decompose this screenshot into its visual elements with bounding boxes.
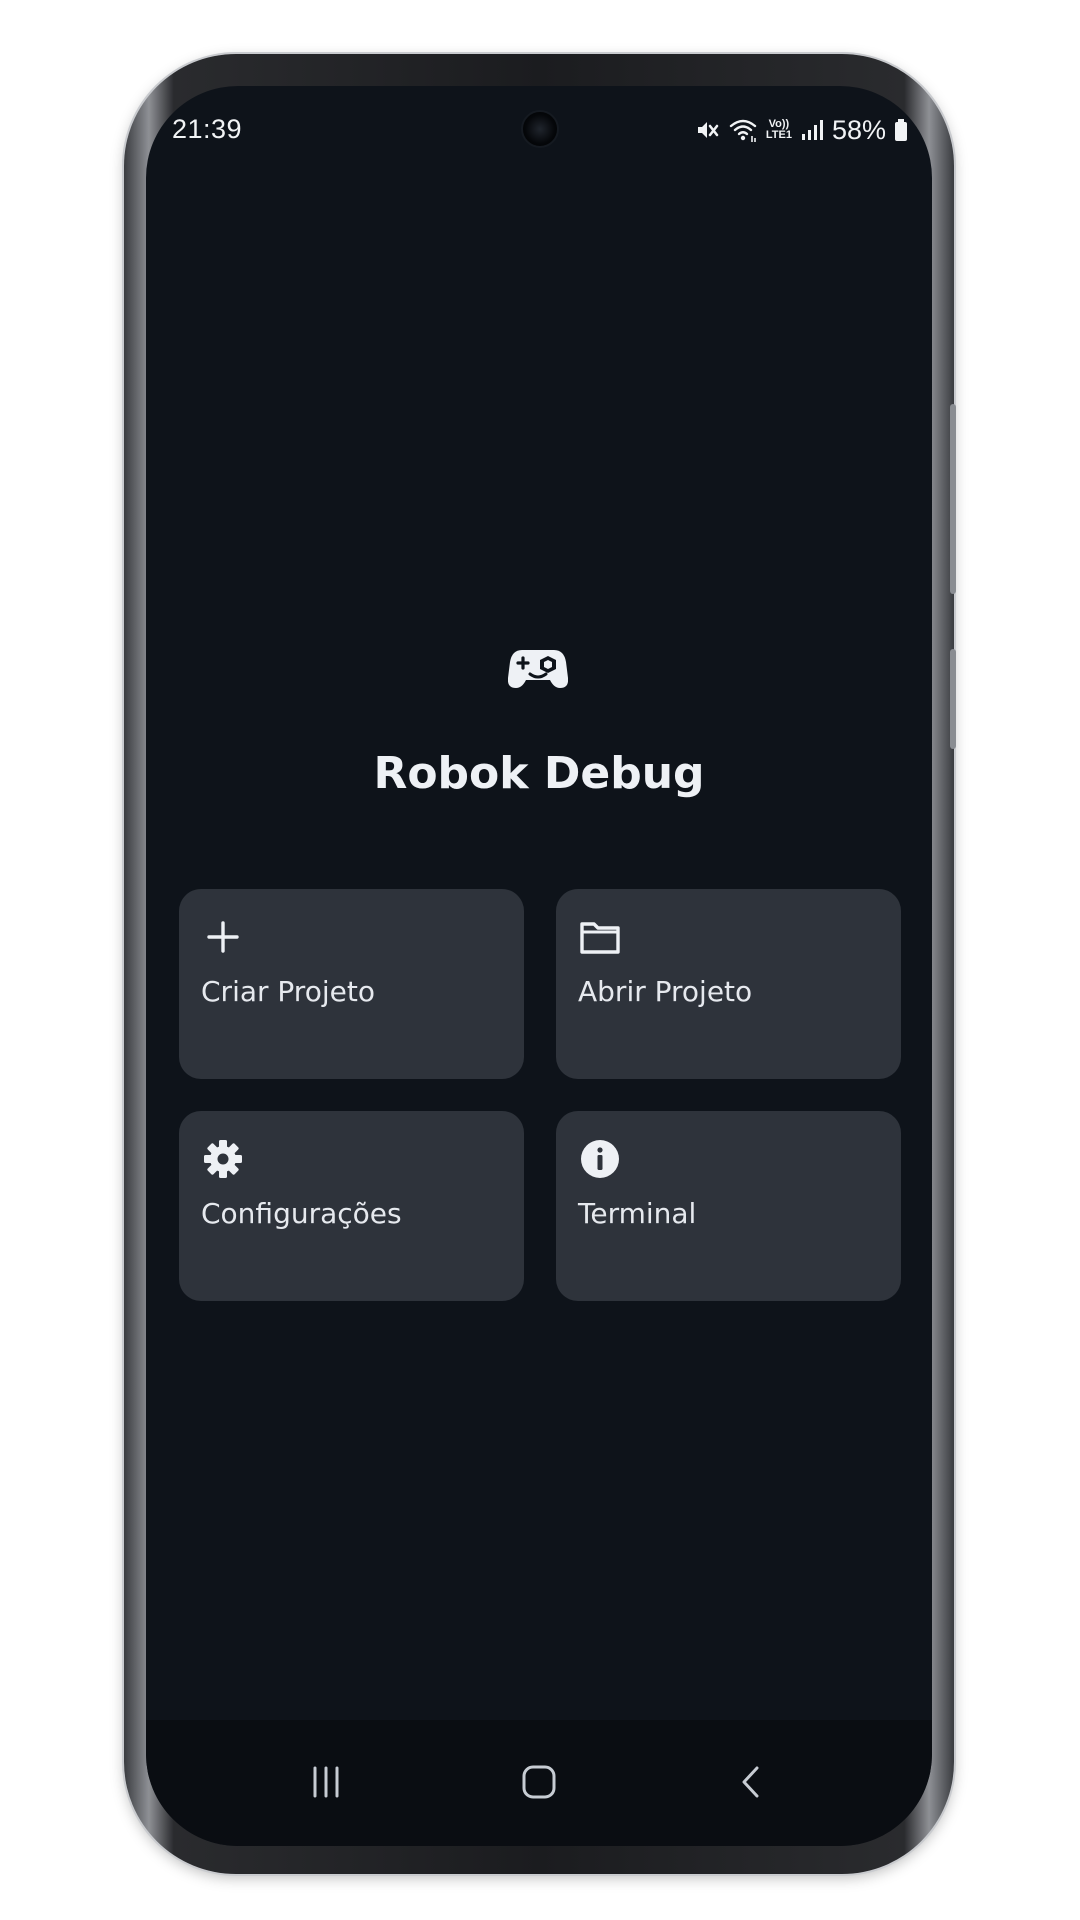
status-icons: Vo)) LTE1 58% xyxy=(694,110,908,150)
back-button[interactable] xyxy=(712,1754,792,1814)
info-icon xyxy=(578,1137,622,1181)
lte-label: LTE1 xyxy=(765,129,792,141)
gamepad-icon xyxy=(507,646,569,690)
create-project-label: Criar Projeto xyxy=(201,975,375,1008)
power-button xyxy=(950,649,956,749)
open-project-label: Abrir Projeto xyxy=(578,975,753,1008)
recents-icon xyxy=(306,1764,346,1804)
home-icon xyxy=(519,1764,559,1804)
battery-percent: 58% xyxy=(831,114,886,145)
mute-icon xyxy=(694,117,720,143)
front-camera xyxy=(521,110,559,148)
action-grid: Criar Projeto Abrir Projeto Configuraçõe… xyxy=(179,889,901,1301)
phone-frame: 21:39 Vo)) LTE1 58% Robok Debug Criar Pr… xyxy=(124,54,956,1874)
screen: 21:39 Vo)) LTE1 58% Robok Debug Criar Pr… xyxy=(146,86,932,1846)
battery-icon xyxy=(894,117,908,143)
navigation-bar xyxy=(146,1720,932,1846)
app-title: Robok Debug xyxy=(373,748,705,799)
status-bar: 21:39 Vo)) LTE1 58% xyxy=(146,86,932,182)
settings-button[interactable]: Configurações xyxy=(179,1111,524,1301)
volume-button xyxy=(950,404,956,594)
signal-icon xyxy=(800,118,824,142)
plus-icon xyxy=(201,915,245,959)
home-button[interactable] xyxy=(499,1754,579,1814)
folder-icon xyxy=(578,915,622,959)
gear-icon xyxy=(201,1137,245,1181)
open-project-button[interactable]: Abrir Projeto xyxy=(556,889,901,1079)
back-icon xyxy=(732,1764,772,1804)
status-time: 21:39 xyxy=(172,114,243,144)
wifi-icon xyxy=(728,117,758,143)
settings-label: Configurações xyxy=(201,1197,402,1230)
create-project-button[interactable]: Criar Projeto xyxy=(179,889,524,1079)
volte-lte-icon: Vo)) LTE1 xyxy=(766,119,792,141)
recents-button[interactable] xyxy=(286,1754,366,1814)
terminal-label: Terminal xyxy=(578,1197,697,1230)
terminal-button[interactable]: Terminal xyxy=(556,1111,901,1301)
